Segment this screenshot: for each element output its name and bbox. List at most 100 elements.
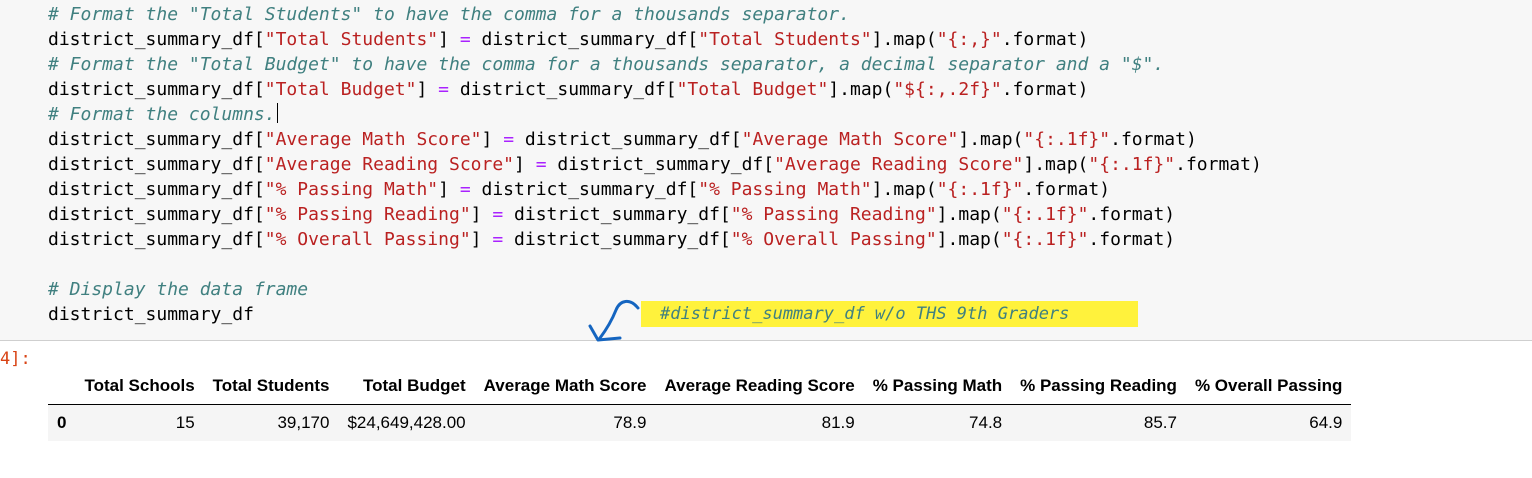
code-line: district_summary_df["% Overall Passing"]…: [48, 227, 1262, 252]
code-token: district_summary_df[: [546, 154, 775, 175]
table-cell: 15: [75, 404, 204, 441]
table-header-row: Total Schools Total Students Total Budget A…: [48, 368, 1352, 405]
column-header: Total Students: [203, 368, 339, 405]
code-token: map(: [893, 179, 937, 200]
column-header: Total Schools: [75, 368, 204, 405]
table-cell: 85.7: [1011, 404, 1186, 441]
code-token: ]: [438, 29, 460, 50]
code-comment-line: # Format the "Total Students" to have th…: [48, 2, 1262, 27]
code-token: "Total Students": [264, 29, 439, 50]
code-token: "{:.1f}": [936, 179, 1024, 200]
comment-text: # Format the "Total Students" to have th…: [48, 4, 850, 25]
code-token: district_summary_df[: [503, 229, 731, 250]
code-token: ].: [936, 204, 959, 225]
column-header: % Passing Reading: [1011, 368, 1186, 405]
code-line: district_summary_df["Average Reading Sco…: [48, 152, 1262, 177]
code-token: .format): [1001, 29, 1089, 50]
code-token: ]: [481, 129, 504, 150]
code-token: district_summary_df[: [449, 79, 677, 100]
code-token: .format): [1175, 154, 1262, 175]
hand-drawn-arrow-icon: [588, 300, 640, 342]
code-token: map(: [980, 129, 1024, 150]
code-token: "{:.1f}": [1001, 229, 1089, 250]
comment-text: # Format the "Total Budget" to have the …: [48, 54, 1165, 75]
code-token: "${:,.2f}": [893, 79, 1002, 100]
code-line: district_summary_df["Total Budget"] = di…: [48, 77, 1262, 102]
code-token: district_summary_df[: [514, 129, 742, 150]
code-token: .format): [1023, 179, 1111, 200]
code-token: district_summary_df[: [48, 29, 265, 50]
code-token: district_summary_df[: [470, 29, 699, 50]
code-token: ]: [470, 229, 493, 250]
comment-text: # Format the columns.: [48, 104, 276, 125]
code-editor[interactable]: # Format the "Total Students" to have th…: [48, 2, 1262, 327]
code-token: "{:.1f}": [1001, 204, 1089, 225]
code-token: ].: [936, 229, 959, 250]
code-token: ].: [828, 79, 850, 100]
code-token: ]: [438, 179, 460, 200]
code-token: ].: [871, 179, 894, 200]
code-token: "Average Math Score": [741, 129, 959, 150]
column-header: % Passing Math: [863, 368, 1012, 405]
code-comment-line: # Display the data frame: [48, 277, 1262, 302]
code-token: "Average Math Score": [264, 129, 482, 150]
column-header: % Overall Passing: [1185, 368, 1352, 405]
code-token: =: [459, 29, 471, 50]
code-token: district_summary_df[: [48, 129, 265, 150]
code-line: district_summary_df["Total Students"] = …: [48, 27, 1262, 52]
index-header: [48, 368, 76, 405]
code-comment-line: # Format the columns.: [48, 102, 1262, 127]
table-cell: 74.8: [863, 404, 1012, 441]
code-token: "% Passing Reading": [264, 204, 471, 225]
code-token: ].: [1023, 154, 1046, 175]
table-cell: 78.9: [474, 404, 656, 441]
code-token: ].: [958, 129, 981, 150]
code-token: =: [535, 154, 547, 175]
code-token: district_summary_df[: [48, 229, 265, 250]
code-token: "Total Students": [698, 29, 872, 50]
code-token: district_summary_df[: [48, 154, 265, 175]
table-row: 0 15 39,170 $24,649,428.00 78.9 81.9 74.8 85.7 6…: [48, 404, 1352, 441]
code-token: "{:.1f}": [1023, 129, 1111, 150]
code-token: .format): [1001, 79, 1089, 100]
code-line: district_summary_df["Average Math Score"…: [48, 127, 1262, 152]
code-token: district_summary_df: [48, 304, 254, 325]
code-token: district_summary_df[: [48, 179, 265, 200]
code-token: =: [438, 79, 449, 100]
table-body: 0 15 39,170 $24,649,428.00 78.9 81.9 74.8 85.7 6…: [48, 404, 1352, 441]
code-line: district_summary_df["% Passing Math"] = …: [48, 177, 1262, 202]
code-token: district_summary_df[: [48, 79, 265, 100]
row-index: 0: [48, 404, 76, 441]
table-cell: 39,170: [203, 404, 339, 441]
column-header: Total Budget: [338, 368, 475, 405]
code-token: ].: [871, 29, 894, 50]
comment-text: # Display the data frame: [48, 279, 309, 300]
code-token: district_summary_df[: [503, 204, 731, 225]
code-token: "Total Budget": [264, 79, 417, 100]
code-token: map(: [849, 79, 894, 100]
code-token: "{:.1f}": [1088, 154, 1176, 175]
code-token: "% Passing Reading": [730, 204, 937, 225]
code-token: district_summary_df[: [48, 204, 265, 225]
code-token: ]: [416, 79, 439, 100]
output-prompt: 4]:: [0, 349, 31, 369]
code-cell[interactable]: # Format the "Total Students" to have th…: [0, 0, 1532, 341]
code-token: =: [492, 204, 504, 225]
code-token: =: [459, 179, 471, 200]
table-cell: $24,649,428.00: [338, 404, 475, 441]
code-token: "Total Budget": [676, 79, 829, 100]
code-token: "{:,}": [936, 29, 1002, 50]
code-token: .format): [1110, 129, 1197, 150]
table-cell: 81.9: [655, 404, 864, 441]
code-token: "% Overall Passing": [264, 229, 471, 250]
code-line: district_summary_df["% Passing Reading"]…: [48, 202, 1262, 227]
code-token: map(: [958, 204, 1002, 225]
table-cell: 64.9: [1185, 404, 1352, 441]
code-token: "Average Reading Score": [774, 154, 1024, 175]
code-token: .format): [1088, 204, 1176, 225]
code-token: "% Overall Passing": [730, 229, 937, 250]
text-cursor: [276, 103, 278, 123]
code-token: ]: [514, 154, 536, 175]
code-token: "% Passing Math": [698, 179, 872, 200]
